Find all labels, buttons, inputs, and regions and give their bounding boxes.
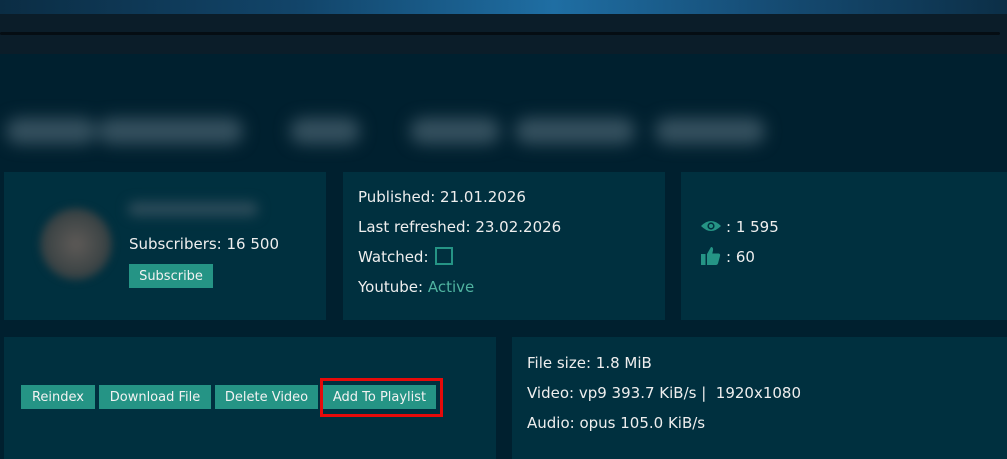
download-file-button[interactable]: Download File — [99, 385, 211, 409]
video-title-blurred — [0, 108, 790, 158]
highlight-box — [320, 378, 443, 417]
watched-label: Watched: — [358, 248, 429, 266]
reindex-button[interactable]: Reindex — [21, 385, 95, 409]
youtube-label: Youtube: — [358, 278, 424, 296]
progress-line — [0, 32, 1000, 35]
subscribe-button[interactable]: Subscribe — [129, 264, 213, 288]
youtube-status-row: Youtube: Active — [358, 278, 474, 296]
audio-codec-info: Audio: opus 105.0 KiB/s — [527, 414, 706, 432]
video-codec-info: Video: vp9 393.7 KiB/s | 1920x1080 — [527, 384, 802, 402]
stats-card — [681, 172, 1007, 320]
delete-video-button[interactable]: Delete Video — [215, 385, 318, 409]
thumbs-up-icon — [701, 247, 721, 265]
channel-name-blurred[interactable] — [128, 202, 258, 216]
channel-avatar[interactable] — [40, 208, 112, 280]
top-banner — [0, 0, 1007, 14]
youtube-status-link[interactable]: Active — [428, 278, 474, 296]
published-date: Published: 21.01.2026 — [358, 188, 526, 206]
view-count: : 1 595 — [726, 218, 779, 236]
eye-icon — [701, 221, 721, 231]
like-count: : 60 — [726, 248, 755, 266]
subscriber-count: Subscribers: 16 500 — [129, 235, 279, 253]
watched-checkbox[interactable] — [435, 247, 453, 265]
top-progress-band — [0, 14, 1007, 54]
last-refreshed-date: Last refreshed: 23.02.2026 — [358, 218, 562, 236]
file-size: File size: 1.8 MiB — [527, 354, 652, 372]
